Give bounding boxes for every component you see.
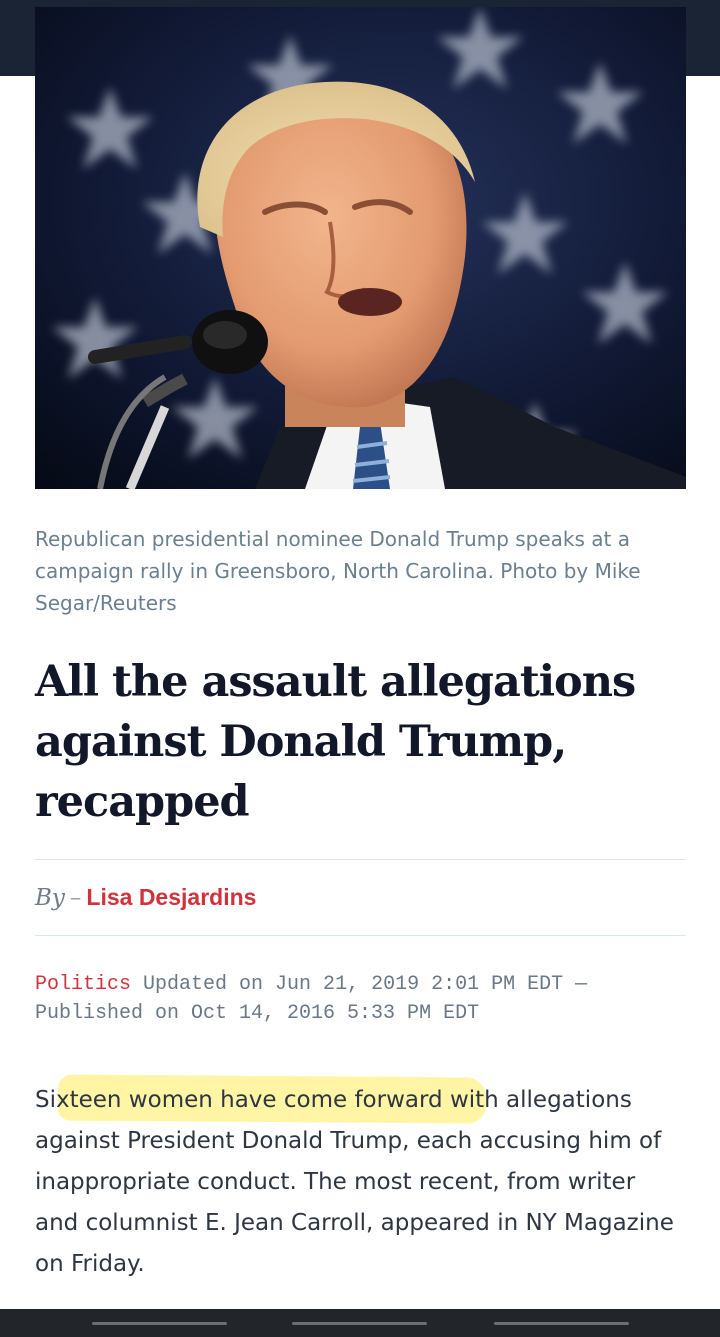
article-meta: Politics Updated on Jun 21, 2019 2:01 PM… [35, 970, 685, 1028]
divider-top [35, 859, 686, 860]
nav-home-handle[interactable] [292, 1322, 427, 1325]
photo-caption: Republican presidential nominee Donald T… [35, 527, 641, 615]
by-label: By [35, 885, 65, 911]
nav-recents-handle[interactable] [494, 1322, 629, 1325]
hero-photo [35, 7, 686, 489]
author-link[interactable]: Lisa Desjardins [86, 884, 256, 910]
category-link[interactable]: Politics [35, 973, 131, 996]
article-body-paragraph: Sixteen women have come forward with all… [35, 1087, 674, 1277]
nav-back-handle[interactable] [92, 1322, 227, 1325]
by-dash: – [69, 885, 82, 911]
byline: By – Lisa Desjardins [35, 880, 256, 914]
divider-bottom [35, 935, 686, 936]
hero-photo-illustration [35, 7, 686, 489]
article-headline: All the assault allegations against Dona… [35, 657, 636, 827]
